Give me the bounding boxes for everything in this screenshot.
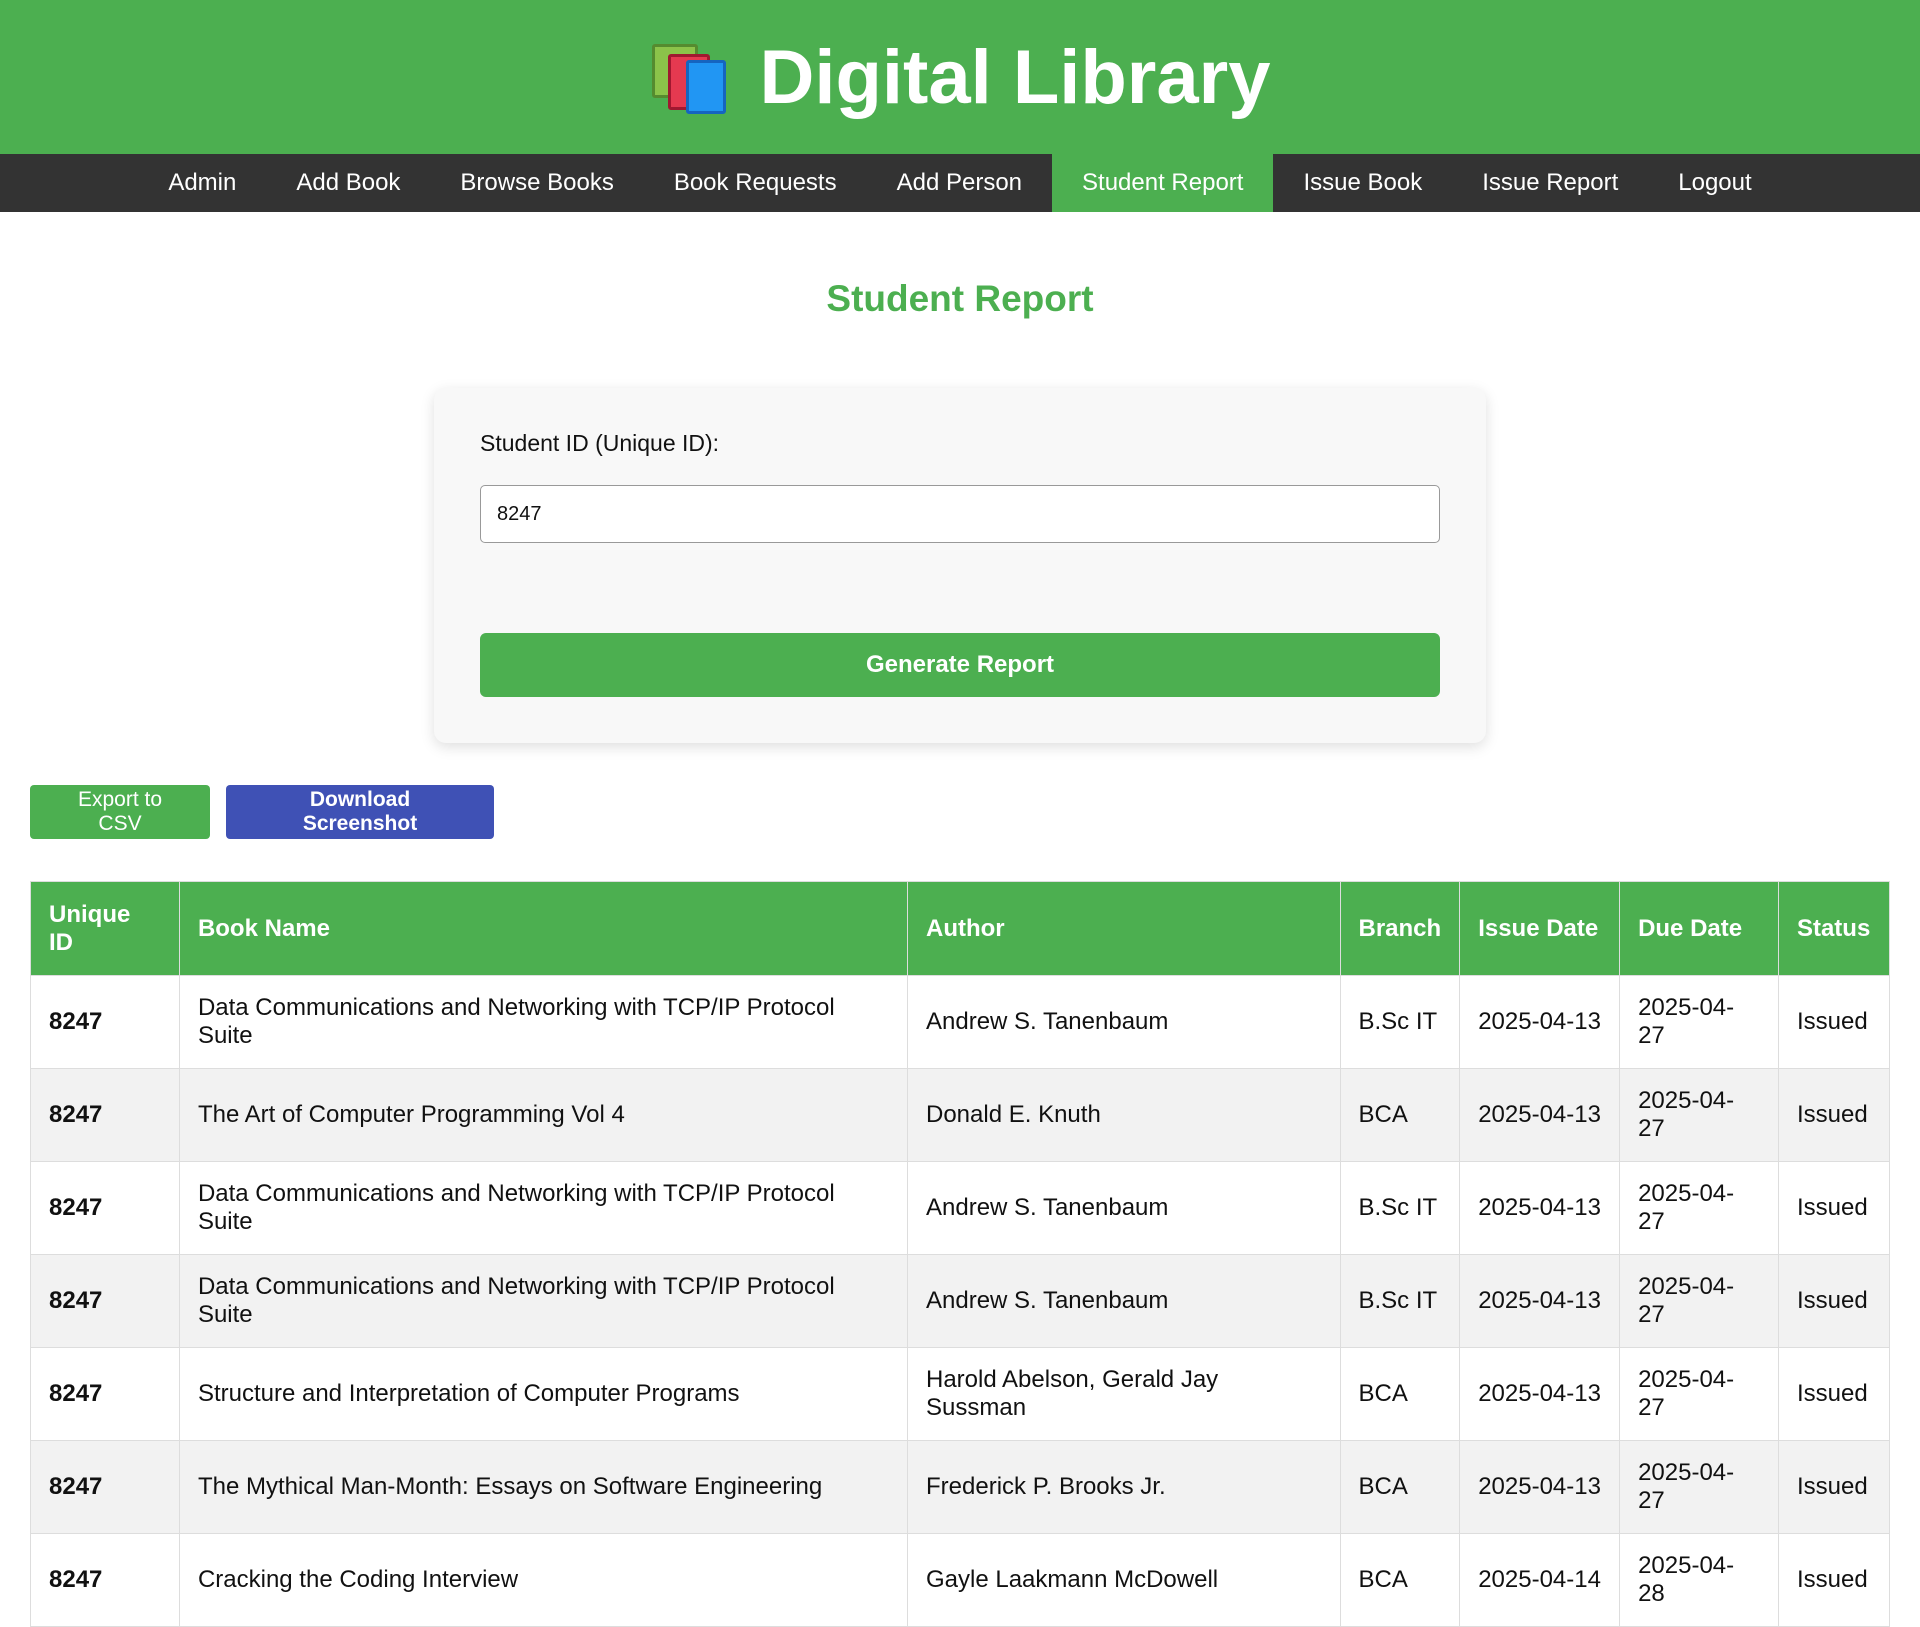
nav-item-add-person[interactable]: Add Person xyxy=(867,154,1052,212)
student-id-input[interactable] xyxy=(480,485,1440,543)
table-row: 8247 Cracking the Coding Interview Gayle… xyxy=(30,1533,1891,1627)
table-row: 8247 Data Communications and Networking … xyxy=(30,1161,1891,1255)
cell-unique-id: 8247 xyxy=(30,1161,180,1255)
cell-issue-date: 2025-04-13 xyxy=(1459,975,1621,1069)
column-header-author[interactable]: Author xyxy=(907,881,1341,976)
cell-issue-date: 2025-04-13 xyxy=(1459,1347,1621,1441)
cell-status: Issued xyxy=(1777,975,1891,1069)
table-row: 8247 The Mythical Man-Month: Essays on S… xyxy=(30,1440,1891,1534)
cell-due-date: 2025-04-27 xyxy=(1619,1068,1779,1162)
cell-branch: BCA xyxy=(1339,1440,1461,1534)
table-row: 8247 The Art of Computer Programming Vol… xyxy=(30,1068,1891,1162)
report-table: Unique ID Book Name Author Branch Issue … xyxy=(30,881,1891,1627)
cell-status: Issued xyxy=(1777,1347,1891,1441)
column-header-status[interactable]: Status xyxy=(1777,881,1891,976)
cell-due-date: 2025-04-27 xyxy=(1619,975,1779,1069)
cell-branch: BCA xyxy=(1339,1533,1461,1627)
cell-status: Issued xyxy=(1777,1068,1891,1162)
cell-book-name: The Mythical Man-Month: Essays on Softwa… xyxy=(178,1440,909,1534)
site-header: Digital Library xyxy=(0,0,1920,154)
cell-unique-id: 8247 xyxy=(30,1440,180,1534)
cell-author: Andrew S. Tanenbaum xyxy=(907,1254,1341,1348)
cell-status: Issued xyxy=(1777,1440,1891,1534)
column-header-issue-date[interactable]: Issue Date xyxy=(1459,881,1621,976)
cell-book-name: Data Communications and Networking with … xyxy=(178,975,909,1069)
cell-status: Issued xyxy=(1777,1533,1891,1627)
nav-item-issue-book[interactable]: Issue Book xyxy=(1273,154,1452,212)
cell-due-date: 2025-04-27 xyxy=(1619,1161,1779,1255)
cell-branch: BCA xyxy=(1339,1347,1461,1441)
cell-branch: BCA xyxy=(1339,1068,1461,1162)
cell-due-date: 2025-04-27 xyxy=(1619,1440,1779,1534)
cell-book-name: Data Communications and Networking with … xyxy=(178,1254,909,1348)
cell-book-name: Cracking the Coding Interview xyxy=(178,1533,909,1627)
cell-status: Issued xyxy=(1777,1161,1891,1255)
books-icon xyxy=(650,42,728,114)
column-header-branch[interactable]: Branch xyxy=(1339,881,1461,976)
cell-author: Andrew S. Tanenbaum xyxy=(907,975,1341,1069)
cell-author: Frederick P. Brooks Jr. xyxy=(907,1440,1341,1534)
cell-book-name: The Art of Computer Programming Vol 4 xyxy=(178,1068,909,1162)
cell-issue-date: 2025-04-13 xyxy=(1459,1161,1621,1255)
cell-unique-id: 8247 xyxy=(30,1068,180,1162)
page-title: Student Report xyxy=(826,278,1094,319)
table-row: 8247 Data Communications and Networking … xyxy=(30,975,1891,1069)
cell-unique-id: 8247 xyxy=(30,1533,180,1627)
nav-item-student-report[interactable]: Student Report xyxy=(1052,154,1274,212)
nav-item-issue-report[interactable]: Issue Report xyxy=(1452,154,1648,212)
cell-due-date: 2025-04-27 xyxy=(1619,1254,1779,1348)
download-screenshot-button[interactable]: Download Screenshot xyxy=(226,785,494,839)
site-title: Digital Library xyxy=(759,34,1271,120)
report-form-card: Student ID (Unique ID): Generate Report xyxy=(434,388,1486,743)
table-row: 8247 Structure and Interpretation of Com… xyxy=(30,1347,1891,1441)
cell-author: Harold Abelson, Gerald Jay Sussman xyxy=(907,1347,1341,1441)
nav-item-logout[interactable]: Logout xyxy=(1648,154,1781,212)
export-csv-button[interactable]: Export to CSV xyxy=(30,785,210,839)
cell-due-date: 2025-04-27 xyxy=(1619,1347,1779,1441)
cell-author: Gayle Laakmann McDowell xyxy=(907,1533,1341,1627)
nav-item-browse-books[interactable]: Browse Books xyxy=(430,154,643,212)
cell-issue-date: 2025-04-13 xyxy=(1459,1254,1621,1348)
cell-unique-id: 8247 xyxy=(30,975,180,1069)
cell-issue-date: 2025-04-14 xyxy=(1459,1533,1621,1627)
cell-issue-date: 2025-04-13 xyxy=(1459,1440,1621,1534)
nav-item-add-book[interactable]: Add Book xyxy=(266,154,430,212)
main-nav: Admin Add Book Browse Books Book Request… xyxy=(0,154,1920,212)
cell-branch: B.Sc IT xyxy=(1339,1254,1461,1348)
table-row: 8247 Data Communications and Networking … xyxy=(30,1254,1891,1348)
nav-item-admin[interactable]: Admin xyxy=(138,154,266,212)
cell-book-name: Data Communications and Networking with … xyxy=(178,1161,909,1255)
report-actions: Export to CSV Download Screenshot xyxy=(30,785,1920,839)
cell-due-date: 2025-04-28 xyxy=(1619,1533,1779,1627)
nav-item-book-requests[interactable]: Book Requests xyxy=(644,154,867,212)
student-id-label: Student ID (Unique ID): xyxy=(480,430,720,456)
column-header-due-date[interactable]: Due Date xyxy=(1619,881,1779,976)
cell-unique-id: 8247 xyxy=(30,1254,180,1348)
cell-author: Donald E. Knuth xyxy=(907,1068,1341,1162)
table-header-row: Unique ID Book Name Author Branch Issue … xyxy=(30,881,1891,976)
cell-issue-date: 2025-04-13 xyxy=(1459,1068,1621,1162)
cell-book-name: Structure and Interpretation of Computer… xyxy=(178,1347,909,1441)
cell-unique-id: 8247 xyxy=(30,1347,180,1441)
column-header-unique-id[interactable]: Unique ID xyxy=(30,881,180,976)
cell-branch: B.Sc IT xyxy=(1339,975,1461,1069)
column-header-book-name[interactable]: Book Name xyxy=(178,881,909,976)
cell-author: Andrew S. Tanenbaum xyxy=(907,1161,1341,1255)
generate-report-button[interactable]: Generate Report xyxy=(480,633,1440,697)
cell-status: Issued xyxy=(1777,1254,1891,1348)
cell-branch: B.Sc IT xyxy=(1339,1161,1461,1255)
